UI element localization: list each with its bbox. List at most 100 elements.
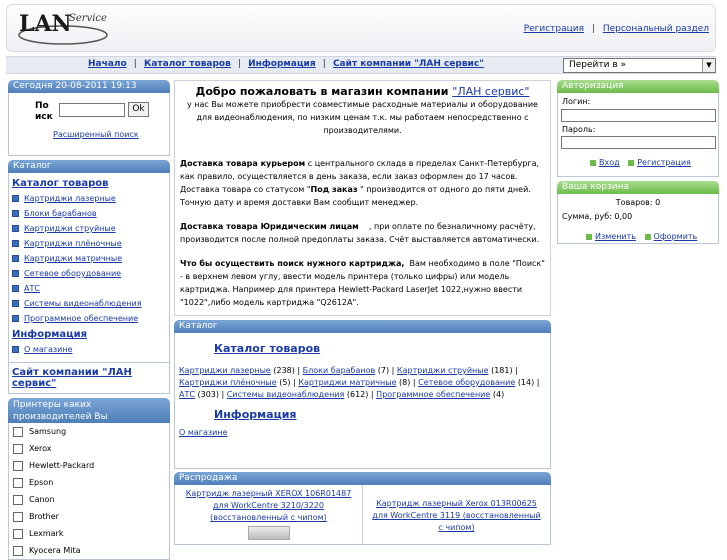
site-logo[interactable]: LAN Service — [15, 9, 111, 49]
catalog-item[interactable]: Картриджи струйные — [12, 224, 166, 233]
catalog-entry-count: (14) — [517, 378, 535, 387]
nav-home[interactable]: Начало — [88, 59, 127, 69]
svg-text:LAN: LAN — [19, 11, 72, 37]
printer-option[interactable]: Brother — [9, 508, 169, 525]
catalog-entry-count: (303) — [197, 390, 220, 399]
info-title-link[interactable]: Информация — [12, 329, 87, 340]
catalog-entry-link[interactable]: Картриджи плёночные — [179, 378, 277, 387]
nav-info[interactable]: Информация — [248, 59, 316, 69]
info-section-title[interactable]: Информация — [214, 409, 546, 421]
bullet-icon — [12, 255, 19, 262]
bullet-icon — [12, 285, 19, 292]
search-box: Поиск Ok Расширенный поиск — [8, 93, 170, 156]
catalog-panel: Каталог товаров Картриджи лазерные Блоки… — [8, 173, 170, 394]
printer-option[interactable]: Hewlett-Packard — [9, 457, 169, 474]
catalog-entry-link[interactable]: Блоки барабанов — [303, 366, 376, 375]
login-input[interactable] — [561, 109, 716, 122]
printer-option[interactable]: Canon — [9, 491, 169, 508]
bullet-icon — [12, 315, 19, 322]
catalog-entry-link[interactable]: Сетевое оборудование — [418, 378, 515, 387]
date-header: Сегодня 20-08-2011 19:13 — [8, 80, 170, 93]
edit-icon — [586, 233, 592, 240]
catalog-entry-link[interactable]: Системы видеонаблюдения — [227, 390, 345, 399]
login-link[interactable]: Вход — [599, 158, 620, 167]
catalog-entry-link[interactable]: Картриджи лазерные — [179, 366, 271, 375]
checkbox[interactable] — [13, 443, 23, 454]
password-input[interactable] — [561, 136, 716, 149]
cart-sum: Сумма, руб: 0,00 — [562, 212, 633, 221]
catalog-item[interactable]: Сетевое оборудование — [12, 269, 166, 278]
catalog-title-link[interactable]: Каталог товаров — [12, 178, 108, 189]
sale-item-link[interactable]: Картридж лазерный Xerox 013R00625 для Wo… — [372, 499, 540, 532]
register-icon — [628, 159, 635, 166]
catalog-item[interactable]: Системы видеонаблюдения — [12, 299, 166, 308]
header-links: Регистрация | Персональный раздел — [524, 24, 709, 34]
checkbox[interactable] — [13, 460, 23, 471]
catalog-item[interactable]: Блоки барабанов — [12, 209, 166, 218]
company-link[interactable]: "ЛАН сервис" — [452, 85, 529, 98]
catalog-entry-link[interactable]: Картриджи струйные — [397, 366, 489, 375]
search-input[interactable] — [59, 103, 125, 117]
catalog-section: Каталог Каталог товаров Картриджи лазерн… — [174, 320, 551, 469]
register-link[interactable]: Регистрация — [524, 24, 584, 34]
checkbox[interactable] — [13, 528, 23, 539]
svg-text:Service: Service — [69, 13, 107, 24]
printer-option[interactable]: Epson — [9, 474, 169, 491]
checkbox[interactable] — [13, 426, 23, 437]
goto-select[interactable]: Перейти в » ▼ — [563, 58, 716, 73]
catalog-entry-link[interactable]: Программное обеспечение — [376, 390, 490, 399]
auth-links: Вход Регистрация — [590, 158, 691, 167]
nav-catalog[interactable]: Каталог товаров — [144, 59, 231, 69]
search-ok-button[interactable]: Ok — [128, 102, 149, 117]
catalog-entry-link[interactable]: Картриджи матричные — [298, 378, 396, 387]
catalog-item[interactable]: Картриджи матричные — [12, 254, 166, 263]
catalog-section-header: Каталог — [174, 320, 551, 333]
info-item[interactable]: О магазине — [12, 345, 166, 354]
checkbox[interactable] — [13, 494, 23, 505]
nav-company-site[interactable]: Сайт компании "ЛАН сервис" — [333, 59, 484, 69]
catalog-entry-link[interactable]: АТС — [179, 390, 195, 399]
delivery-courier-text: Доставка товара курьером с центрального … — [180, 159, 540, 207]
catalog-item[interactable]: Картриджи плёночные — [12, 239, 166, 248]
printers-poll: Samsung Xerox Hewlett-Packard Epson Cano… — [8, 423, 170, 560]
catalog-item[interactable]: Программное обеспечение — [12, 314, 166, 323]
bullet-icon — [12, 225, 19, 232]
catalog-section-title[interactable]: Каталог товаров — [214, 343, 546, 355]
sale-item-link[interactable]: Картридж лазерный XEROX 106R01487 для Wo… — [186, 489, 352, 522]
sale-section: Распродажа Картридж лазерный XEROX 106R0… — [174, 472, 551, 545]
breadcrumb: Начало | Каталог товаров | Информация | … — [88, 59, 484, 69]
about-shop-link[interactable]: О магазине — [179, 428, 228, 437]
register-link-sidebar[interactable]: Регистрация — [637, 158, 691, 167]
checkbox[interactable] — [13, 511, 23, 522]
personal-section-link[interactable]: Персональный раздел — [603, 24, 709, 34]
checkbox[interactable] — [13, 477, 23, 488]
printer-option[interactable]: Xerox — [9, 440, 169, 457]
catalog-entries: Картриджи лазерные (238) | Блоки барабан… — [179, 366, 540, 399]
advanced-search-link[interactable]: Расширенный поиск — [53, 130, 139, 139]
bullet-icon — [12, 195, 19, 202]
catalog-item[interactable]: Картриджи лазерные — [12, 194, 166, 203]
catalog-item[interactable]: АТС — [12, 284, 166, 293]
sale-item: Картридж лазерный Xerox 013R00625 для Wo… — [362, 485, 550, 544]
goto-label: Перейти в » — [569, 60, 627, 70]
cart-panel: Товаров: 0 Сумма, руб: 0,00 Изменить Офо… — [557, 194, 719, 244]
cart-header: Ваша корзина — [557, 181, 719, 194]
catalog-header: Каталог — [8, 160, 170, 173]
cart-checkout-link[interactable]: Оформить — [654, 232, 698, 241]
company-site-link[interactable]: Сайт компании "ЛАН сервис" — [12, 367, 132, 389]
product-image[interactable] — [247, 526, 290, 540]
login-label: Логин: — [562, 97, 591, 106]
bullet-icon — [12, 270, 19, 277]
search-label: Поиск — [35, 101, 53, 122]
printer-option[interactable]: Lexmark — [9, 525, 169, 542]
chevron-down-icon[interactable]: ▼ — [702, 59, 715, 72]
catalog-entry-count: (238) — [273, 366, 295, 375]
password-label: Пароль: — [562, 125, 596, 134]
catalog-entry-count: (181) — [491, 366, 513, 375]
welcome-panel: Добро пожаловать в магазин компании "ЛАН… — [174, 80, 551, 316]
cart-edit-link[interactable]: Изменить — [595, 232, 636, 241]
bullet-icon — [12, 346, 19, 353]
checkbox[interactable] — [13, 545, 23, 556]
catalog-entry-count: (8) — [399, 378, 411, 387]
enter-icon — [590, 159, 596, 166]
